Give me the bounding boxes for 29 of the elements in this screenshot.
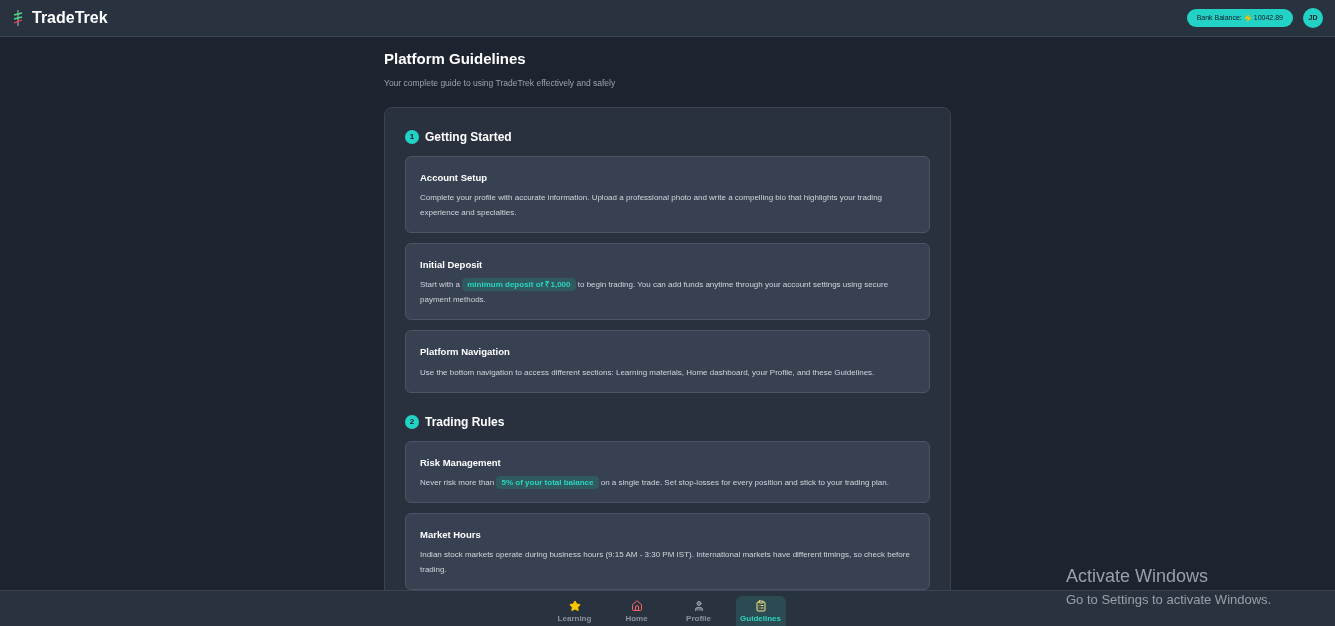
- guideline-title: Initial Deposit: [420, 258, 484, 272]
- guideline-title: Account Setup: [420, 170, 489, 185]
- page-title: Platform Guidelines: [384, 49, 527, 69]
- section-title: Trading Rules: [425, 413, 505, 431]
- person-icon: [692, 600, 705, 612]
- activation-title: Activate Windows: [1066, 565, 1210, 588]
- house-icon: [630, 600, 643, 612]
- clipboard-icon: [754, 600, 767, 612]
- step-number: 2: [405, 414, 419, 429]
- guideline-text: Never risk more than 5% of your total balance on a single trade. Set stop-losses for every position and stick to your trading plan.: [420, 474, 890, 490]
- nav-tab[interactable]: Guidelines: [735, 596, 786, 626]
- nav-tab[interactable]: Profile: [673, 596, 724, 626]
- guideline-title: Platform Navigation: [420, 345, 511, 360]
- section-title: Getting Started: [425, 128, 512, 146]
- guideline-text: Complete your profile with accurate information. Upload a professional photo and write a compelling bio that highlights your trading experience and specialties.: [420, 192, 884, 219]
- activation-message: Go to Settings to activate Windows.: [1066, 591, 1272, 609]
- guideline-title: Risk Management: [420, 455, 502, 470]
- nav-tab[interactable]: Learning: [549, 596, 600, 626]
- brand-name: TradeTrek: [32, 8, 108, 28]
- logo-icon: [12, 10, 24, 26]
- guideline-text: Use the bottom navigation to access different sections: Learning materials, Home dashboard, your Profile, and these Guidelines.: [420, 366, 876, 379]
- step-number: 1: [405, 129, 419, 144]
- guideline-text: Indian stock markets operate during business hours (9:15 AM - 3:30 PM IST). International markets have different timings, so check before trading.: [420, 549, 911, 576]
- nav-tab[interactable]: Home: [611, 596, 662, 626]
- bolt-icon: [1243, 14, 1252, 22]
- guideline-title: Market Hours: [420, 527, 482, 542]
- guideline-text: Start with a minimum deposit of ₹1,000 to begin trading. You can add funds anytime through your account settings using secure payment methods.: [420, 277, 890, 307]
- star-icon: [568, 600, 581, 612]
- page-subtitle: Your complete guide to using TradeTrek effectively and safely: [384, 77, 617, 90]
